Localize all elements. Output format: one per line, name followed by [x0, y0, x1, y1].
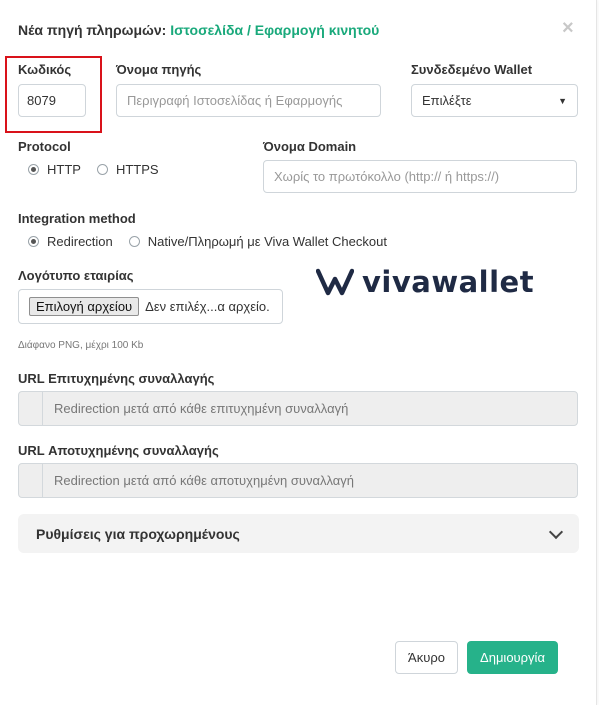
- fail-url-addon: [19, 464, 43, 497]
- modal-title-prefix: Νέα πηγή πληρωμών:: [18, 22, 167, 38]
- domain-input[interactable]: Χωρίς το πρωτόκολλο (http:// ή https://): [263, 160, 577, 193]
- modal-title-accent: Ιστοσελίδα / Εφαρμογή κινητού: [170, 22, 380, 38]
- source-name-input[interactable]: Περιγραφή Ιστοσελίδας ή Εφαρμογής: [116, 84, 381, 117]
- vivawallet-wordmark: vivawallet: [362, 265, 535, 299]
- advanced-settings-toggle[interactable]: Ρυθμίσεις για προχωρημένους: [18, 514, 579, 553]
- caret-down-icon: ▼: [558, 95, 567, 106]
- protocol-label: Protocol: [18, 139, 71, 154]
- integration-radio-group: Redirection Native/Πληρωμή με Viva Walle…: [28, 234, 403, 249]
- protocol-http-radio[interactable]: [28, 164, 39, 175]
- protocol-https-radio[interactable]: [96, 164, 108, 175]
- file-status: Δεν επιλέχ...α αρχείο.: [145, 299, 270, 314]
- integration-label: Integration method: [18, 211, 136, 226]
- wallet-label: Συνδεδεμένο Wallet: [411, 62, 533, 77]
- fail-url-label: URL Αποτυχημένης συναλλαγής: [18, 443, 219, 458]
- choose-file-button[interactable]: Επιλογή αρχείου: [29, 297, 140, 316]
- protocol-http-label: HTTP: [47, 162, 81, 177]
- modal-title: Νέα πηγή πληρωμών: Ιστοσελίδα / Εφαρμογή…: [18, 22, 379, 38]
- wallet-select-value: Επιλέξτε: [422, 93, 472, 108]
- create-button[interactable]: Δημιουργία: [467, 641, 558, 674]
- success-url-placeholder: Redirection μετά από κάθε επιτυχημένη συ…: [54, 401, 349, 416]
- integration-native-label: Native/Πληρωμή με Viva Wallet Checkout: [147, 234, 387, 249]
- logo-label: Λογότυπο εταιρίας: [18, 268, 134, 283]
- integration-redirection-radio[interactable]: [28, 236, 39, 247]
- protocol-https-label: HTTPS: [115, 162, 159, 177]
- code-highlight-box: [5, 56, 102, 133]
- wallet-select[interactable]: Επιλέξτε ▼: [411, 84, 578, 117]
- success-url-addon: [19, 392, 43, 425]
- advanced-settings-label: Ρυθμίσεις για προχωρημένους: [36, 525, 240, 542]
- integration-redirection-label: Redirection: [47, 234, 113, 249]
- success-url-label: URL Επιτυχημένης συναλλαγής: [18, 371, 215, 386]
- close-icon[interactable]: ×: [562, 18, 574, 38]
- protocol-radio-group: HTTP HTTPS: [28, 162, 175, 177]
- vivawallet-logo: vivawallet: [316, 265, 535, 299]
- source-name-label: Όνομα πηγής: [116, 62, 202, 77]
- success-url-input[interactable]: Redirection μετά από κάθε επιτυχημένη συ…: [18, 391, 578, 426]
- fail-url-input[interactable]: Redirection μετά από κάθε αποτυχημένη συ…: [18, 463, 578, 498]
- fail-url-placeholder: Redirection μετά από κάθε αποτυχημένη συ…: [54, 473, 355, 488]
- viva-v-icon: [316, 268, 354, 296]
- cancel-button[interactable]: Άκυρο: [395, 641, 458, 674]
- logo-file-input[interactable]: Επιλογή αρχείου Δεν επιλέχ...α αρχείο.: [18, 289, 283, 324]
- chevron-down-icon: [548, 524, 564, 539]
- logo-hint: Διάφανο PNG, μέχρι 100 Kb: [18, 340, 144, 351]
- integration-native-radio[interactable]: [128, 236, 140, 247]
- domain-label: Όνομα Domain: [263, 139, 357, 154]
- new-payment-source-modal: Νέα πηγή πληρωμών: Ιστοσελίδα / Εφαρμογή…: [0, 0, 597, 705]
